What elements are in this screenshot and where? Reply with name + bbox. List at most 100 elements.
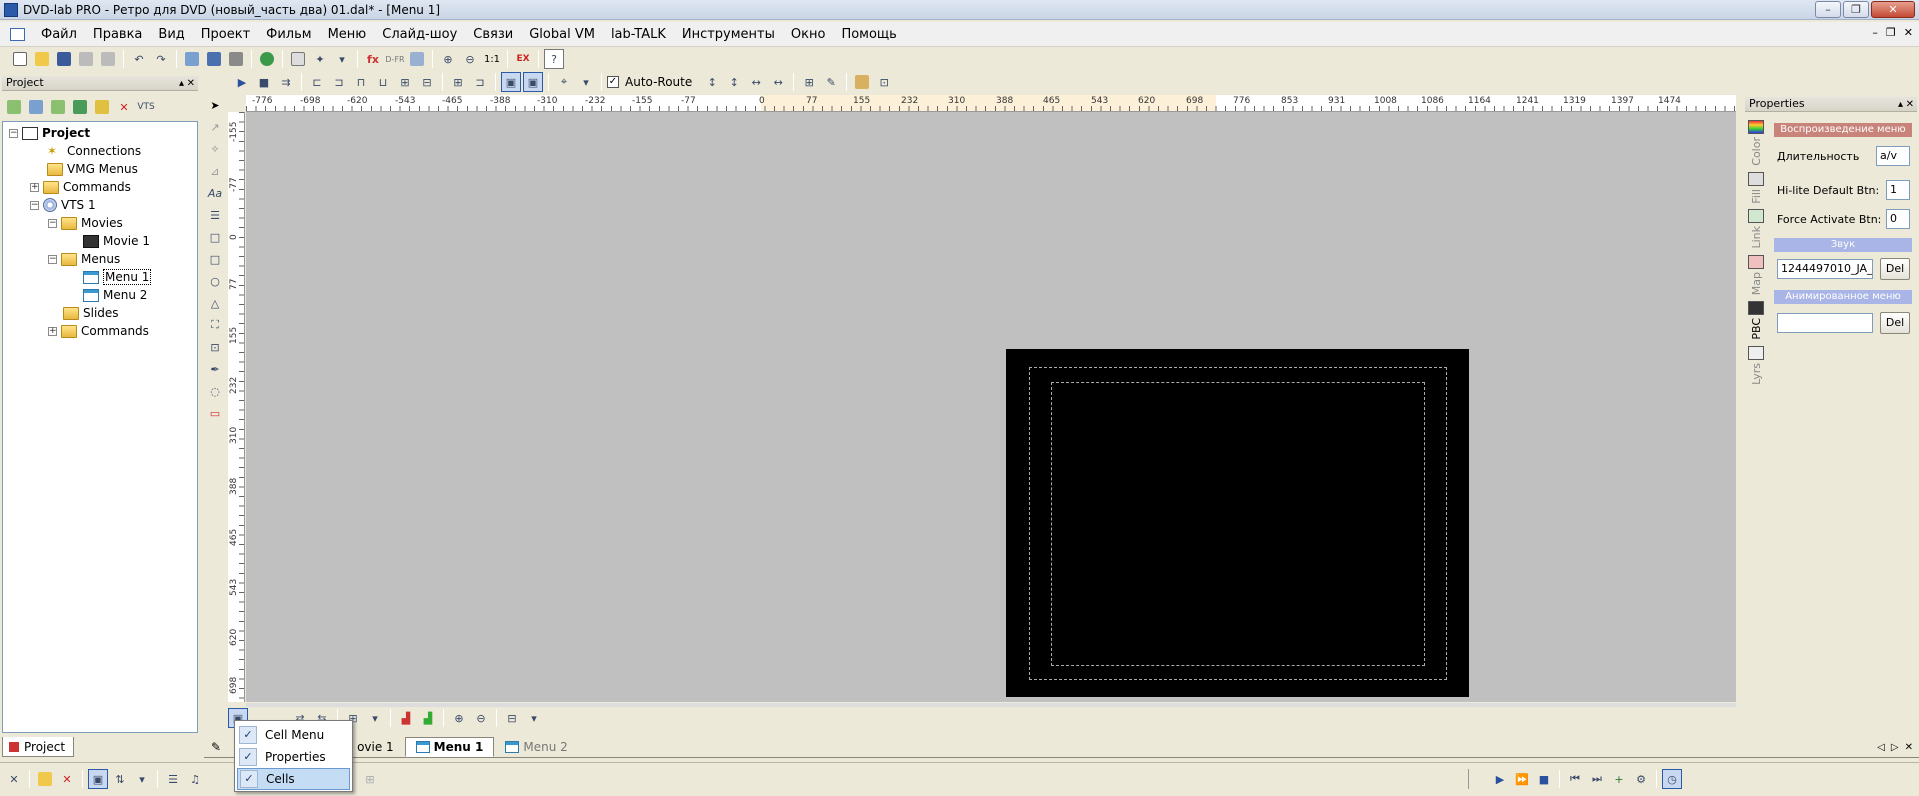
- node-tool-icon[interactable]: ⟡: [205, 139, 225, 159]
- tree-item-commands[interactable]: + Commands: [30, 178, 131, 196]
- panel-close-icon[interactable]: ✕: [187, 77, 195, 91]
- music-icon[interactable]: ♫: [185, 769, 205, 789]
- delete-item-icon[interactable]: ✕: [114, 97, 134, 117]
- add-audio-icon[interactable]: [92, 97, 112, 117]
- preview-area-icon[interactable]: ▣: [523, 72, 543, 92]
- select-arrow-icon[interactable]: ➤: [205, 95, 225, 115]
- zoom-in-icon[interactable]: ⊕: [438, 49, 458, 69]
- grid-view-icon[interactable]: ⊞: [360, 769, 380, 789]
- zoom-in-icon[interactable]: ⊕: [449, 708, 469, 728]
- tree-item-connections[interactable]: ✶ Connections: [47, 142, 141, 160]
- zoom-1to1-button[interactable]: 1:1: [482, 49, 502, 69]
- panel-pin-icon[interactable]: ▴: [179, 77, 184, 91]
- sort-icon[interactable]: ⇅: [110, 769, 130, 789]
- asset-list-icon[interactable]: ☰: [163, 769, 183, 789]
- panel-close-icon[interactable]: ✕: [1906, 98, 1914, 112]
- pro-ex-icon[interactable]: EX: [513, 49, 533, 69]
- open-folder-icon[interactable]: [35, 769, 55, 789]
- tab-menu1[interactable]: Menu 1: [404, 737, 495, 757]
- tab-scroll-left-icon[interactable]: ◁: [1877, 742, 1885, 753]
- polygon-tool-icon[interactable]: △: [205, 293, 225, 313]
- animated-delete-button[interactable]: Del: [1880, 312, 1910, 334]
- play-icon[interactable]: ▶: [232, 72, 252, 92]
- stop-icon[interactable]: ■: [254, 72, 274, 92]
- distribute-h-icon[interactable]: ⊞: [395, 72, 415, 92]
- duration-field[interactable]: a/v: [1876, 146, 1910, 166]
- link-tool-icon[interactable]: ↗: [205, 117, 225, 137]
- tree-item-commands-vts[interactable]: + Commands: [48, 322, 149, 340]
- align-center-icon[interactable]: ⊐: [329, 72, 349, 92]
- align-bottom-icon[interactable]: ⊔: [373, 72, 393, 92]
- copy-icon[interactable]: [76, 49, 96, 69]
- play-icon[interactable]: ▶: [1490, 769, 1510, 789]
- link-up-icon[interactable]: ↕: [702, 72, 722, 92]
- table-icon[interactable]: ⊞: [799, 72, 819, 92]
- tree-item-vmg-menus[interactable]: VMG Menus: [47, 160, 138, 178]
- panel-pin-icon[interactable]: ▴: [1898, 98, 1903, 112]
- tree-item-slides[interactable]: Slides: [63, 304, 119, 322]
- link-down-icon[interactable]: ↕: [724, 72, 744, 92]
- next-chapter-icon[interactable]: ⏭: [1587, 769, 1607, 789]
- zoom-out-icon[interactable]: ⊖: [460, 49, 480, 69]
- tab-close-icon[interactable]: ✕: [1905, 742, 1913, 753]
- close-button[interactable]: ✕: [1871, 1, 1915, 18]
- force-activate-field[interactable]: 0: [1886, 209, 1910, 229]
- menu-area[interactable]: [1006, 349, 1469, 697]
- lasso-tool-icon[interactable]: ◌: [205, 381, 225, 401]
- tab-pbc[interactable]: PBC: [1748, 301, 1764, 340]
- vts-settings-icon[interactable]: VTS: [136, 97, 156, 117]
- textbox-tool-icon[interactable]: ☰: [205, 205, 225, 225]
- tab-scroll-right-icon[interactable]: ▷: [1891, 742, 1899, 753]
- collapse-toggle[interactable]: −: [30, 200, 39, 210]
- expand-toggle[interactable]: +: [48, 326, 57, 336]
- marquee-tool-icon[interactable]: ⛶: [205, 315, 225, 335]
- sound-delete-button[interactable]: Del: [1880, 258, 1910, 280]
- tab-fill[interactable]: Fill: [1748, 171, 1764, 203]
- expand-toggle[interactable]: +: [30, 182, 39, 192]
- grid-icon[interactable]: ⊞: [448, 72, 468, 92]
- minimize-button[interactable]: –: [1815, 1, 1841, 18]
- dfr-icon[interactable]: D-FR: [385, 49, 405, 69]
- popup-item-cell-menu[interactable]: ✓ Cell Menu: [237, 724, 350, 746]
- add-chapter-icon[interactable]: +: [1609, 769, 1629, 789]
- snap-icon[interactable]: ⊐: [470, 72, 490, 92]
- menu-menu[interactable]: Меню: [320, 27, 375, 42]
- animated-file-field[interactable]: [1777, 313, 1873, 333]
- tab-color[interactable]: Color: [1748, 120, 1764, 166]
- timer-icon[interactable]: ◷: [1662, 769, 1682, 789]
- text-tool-icon[interactable]: Aa: [205, 183, 225, 203]
- burn-icon[interactable]: [226, 49, 246, 69]
- view-options-icon[interactable]: ⊟: [502, 708, 522, 728]
- wand-icon[interactable]: ✦: [310, 49, 330, 69]
- transform-tool-icon[interactable]: ⊿: [205, 161, 225, 181]
- mdi-restore-button[interactable]: ❐: [1886, 26, 1896, 39]
- tree-item-menus[interactable]: − Menus: [48, 250, 120, 268]
- chart-green-icon[interactable]: ▟: [418, 708, 438, 728]
- hilite-default-field[interactable]: 1: [1886, 180, 1910, 200]
- menu-global-vm[interactable]: Global VM: [521, 27, 603, 42]
- align-left-icon[interactable]: ⊏: [307, 72, 327, 92]
- dropdown-arrow-icon[interactable]: ▾: [332, 49, 352, 69]
- help-icon[interactable]: ?: [544, 49, 564, 69]
- collapse-toggle[interactable]: −: [9, 128, 18, 138]
- dropdown-arrow-icon[interactable]: ▾: [132, 769, 152, 789]
- fx-icon[interactable]: fx: [363, 49, 383, 69]
- frame-icon[interactable]: ⊡: [874, 72, 894, 92]
- tab-map[interactable]: Map: [1748, 254, 1764, 295]
- crosshair-icon[interactable]: ⌖: [554, 72, 574, 92]
- mdi-minimize-button[interactable]: –: [1872, 26, 1878, 39]
- ellipse-tool-icon[interactable]: ○: [205, 271, 225, 291]
- collapse-toggle[interactable]: −: [48, 254, 57, 264]
- tree-item-project[interactable]: − Project: [9, 124, 90, 142]
- compile-icon[interactable]: [204, 49, 224, 69]
- paste-icon[interactable]: [98, 49, 118, 69]
- menu-window[interactable]: Окно: [783, 27, 834, 42]
- menu-edit[interactable]: Правка: [85, 27, 150, 42]
- stop-icon[interactable]: ■: [1534, 769, 1554, 789]
- rectangle-tool-icon[interactable]: □: [205, 227, 225, 247]
- dropdown-arrow-icon[interactable]: ▾: [576, 72, 596, 92]
- add-menu-icon[interactable]: [4, 97, 24, 117]
- collapse-toggle[interactable]: −: [48, 218, 57, 228]
- image-icon[interactable]: [852, 72, 872, 92]
- document-icon[interactable]: [10, 27, 25, 41]
